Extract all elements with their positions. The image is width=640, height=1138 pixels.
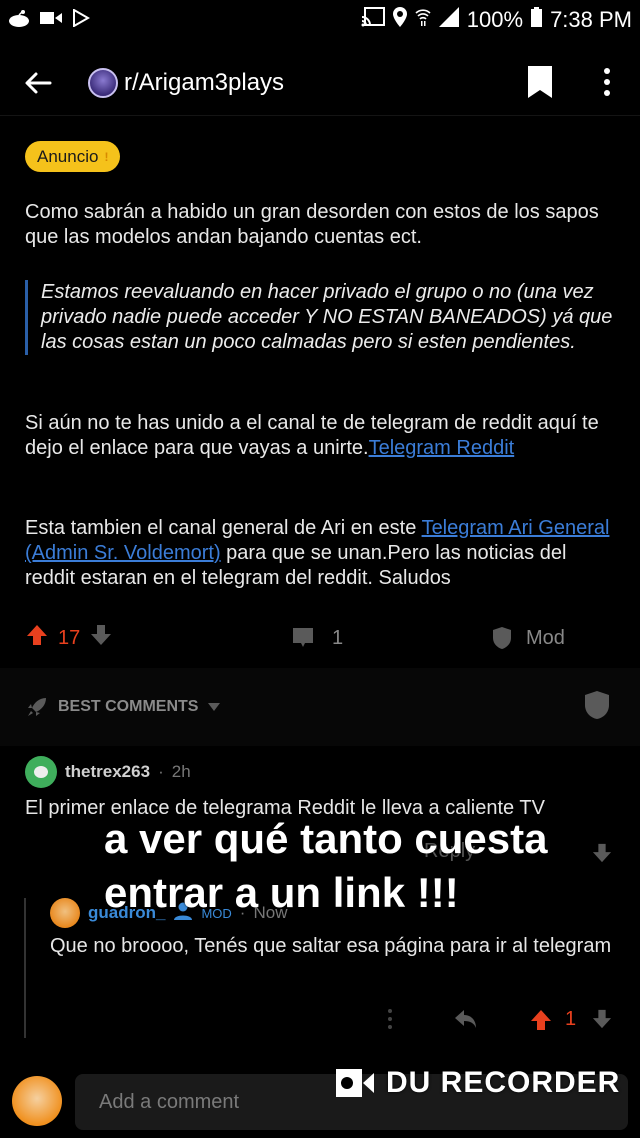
overlay-caption-line-1: a ver qué tanto cuesta (104, 815, 548, 862)
more-options-button[interactable] (602, 66, 612, 103)
post-vote: 17 (26, 624, 112, 652)
arrow-down-icon (592, 1009, 612, 1029)
subreddit-avatar[interactable] (88, 67, 118, 98)
post-paragraph-2: Si aún no te has unido a el canal te de … (25, 411, 615, 461)
comment-icon (293, 628, 313, 647)
user-avatar[interactable] (25, 756, 57, 788)
sort-dropdown[interactable]: BEST COMMENTS (26, 696, 221, 718)
mod-label: Mod (526, 626, 565, 649)
reddit-icon (8, 9, 30, 32)
watermark-text: DU RECORDER (386, 1066, 621, 1099)
comment-separator: · (158, 762, 164, 781)
exclamation-icon: ! (104, 149, 109, 164)
post-blockquote: Estamos reevaluando en hacer privado el … (25, 280, 615, 355)
arrow-down-icon (91, 625, 112, 645)
comment-body: Que no broooo, Tenés que saltar esa pági… (50, 935, 612, 957)
comment-time: 2h (171, 762, 191, 781)
downvote-button[interactable] (90, 624, 112, 652)
downvote-button[interactable] (592, 843, 612, 868)
post-score: 17 (58, 626, 81, 649)
play-store-icon (72, 7, 91, 32)
signal-icon (438, 7, 459, 33)
comment-sort-bar: BEST COMMENTS (0, 668, 640, 746)
subreddit-name[interactable]: r/Arigam3plays (124, 69, 284, 97)
clock: 7:38 PM (550, 7, 632, 32)
battery-icon (531, 7, 543, 33)
comment-count: 1 (332, 626, 344, 649)
comments-button[interactable]: 1 (292, 627, 343, 650)
top-bar: r/Arigam3plays (0, 50, 640, 116)
flair-label: Anuncio (37, 146, 99, 166)
shield-icon (493, 627, 511, 649)
upvote-button[interactable] (530, 1009, 552, 1036)
quote-text: Estamos reevaluando en hacer privado el … (41, 281, 613, 353)
user-avatar[interactable] (50, 898, 80, 928)
comment-more-button[interactable] (386, 1008, 394, 1035)
reply-button[interactable] (454, 1009, 478, 1034)
comment-username[interactable]: thetrex263 (65, 762, 150, 782)
shield-icon (585, 691, 609, 719)
wifi-icon (415, 7, 431, 33)
arrow-up-icon (531, 1010, 551, 1030)
arrow-up-icon (27, 625, 47, 645)
back-button[interactable] (24, 63, 64, 103)
comment-actions: 1 (0, 1006, 640, 1036)
location-icon (392, 7, 407, 33)
downvote-button[interactable] (592, 1009, 612, 1034)
arrow-down-icon (592, 843, 612, 863)
telegram-reddit-link[interactable]: Telegram Reddit (369, 437, 515, 459)
mod-button[interactable]: Mod (492, 626, 565, 650)
reply-icon (455, 1010, 476, 1028)
sort-label: BEST COMMENTS (58, 698, 199, 715)
battery-percent: 100% (466, 7, 524, 32)
arrow-left-icon (25, 72, 52, 93)
overlay-caption-line-2: entrar a un link !!! (104, 869, 459, 916)
status-bar: 100% 7:38 PM (0, 0, 640, 40)
post-paragraph-3: Esta tambien el canal general de Ari en … (25, 516, 615, 591)
bookmark-icon (528, 66, 552, 98)
current-user-avatar[interactable] (12, 1076, 62, 1126)
rocket-icon (28, 698, 46, 716)
post-flair: Anuncio ! (25, 141, 121, 172)
camera-icon (40, 10, 62, 31)
more-vertical-icon (604, 68, 610, 96)
caret-down-icon (208, 703, 221, 711)
post-actions: 17 1 Mod (0, 622, 640, 654)
comment-header: thetrex263 · 2h (25, 756, 615, 788)
mod-tools-button[interactable] (584, 690, 610, 725)
post-paragraph-1: Como sabrán a habido un gran desorden co… (25, 201, 599, 248)
paragraph-3-text-before: Esta tambien el canal general de Ari en … (25, 517, 422, 539)
save-button[interactable] (528, 66, 552, 103)
video-camera-icon (336, 1069, 374, 1097)
cast-icon (361, 7, 385, 33)
more-vertical-icon (388, 1009, 392, 1029)
upvote-button[interactable] (26, 624, 48, 652)
comment-score: 1 (565, 1008, 577, 1030)
recorder-watermark: DU RECORDER (336, 1066, 620, 1100)
comment: thetrex263 · 2h El primer enlace de tele… (25, 756, 615, 821)
